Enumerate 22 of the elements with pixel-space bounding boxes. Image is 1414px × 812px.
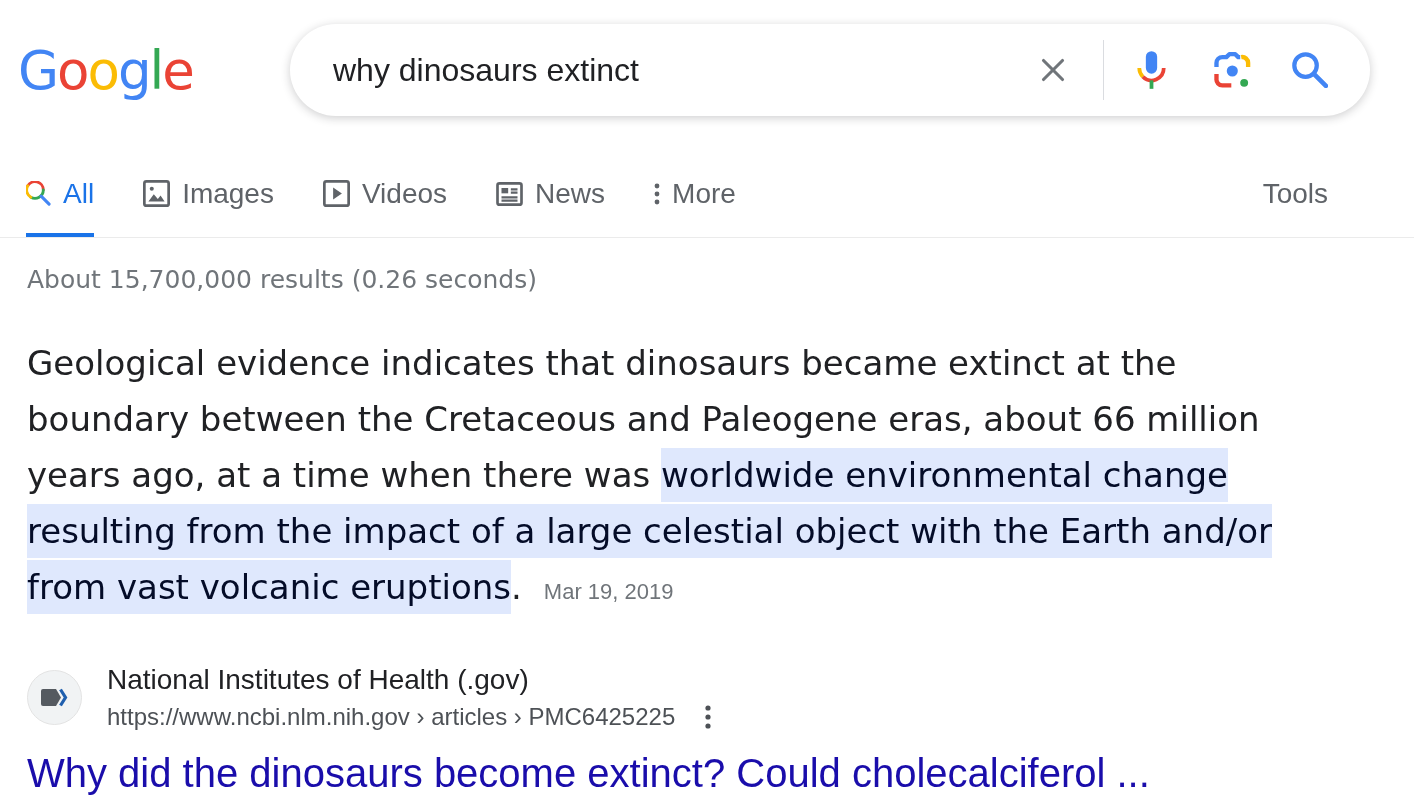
camera-icon xyxy=(1213,52,1251,88)
search-icon xyxy=(26,181,51,206)
microphone-icon xyxy=(1136,50,1166,90)
site-url[interactable]: https://www.ncbi.nlm.nih.gov › articles › PMC6425225 xyxy=(107,702,676,732)
site-favicon-icon xyxy=(27,670,82,725)
tab[interactable]: Videos xyxy=(322,150,448,237)
more-options-icon[interactable] xyxy=(705,705,712,729)
tab[interactable]: More xyxy=(654,150,736,237)
tab[interactable]: All xyxy=(26,150,95,237)
more-icon xyxy=(654,182,661,205)
tab[interactable]: News xyxy=(496,150,606,237)
site-name[interactable]: National Institutes of Health (.gov) xyxy=(107,664,529,696)
play-icon xyxy=(322,180,350,207)
search-icon xyxy=(1292,52,1328,88)
search-field[interactable]: why dinosaurs extinct xyxy=(333,46,1028,94)
result-title-link[interactable]: Why did the dinosaurs become extinct? Could cholecalciferol ... xyxy=(27,749,1150,797)
newspaper-icon xyxy=(496,181,524,206)
date-text: Mar 19, 2019 xyxy=(543,579,674,604)
result-stats: About 15,700,000 results (0.26 seconds) xyxy=(27,265,537,295)
tab[interactable]: Images xyxy=(143,150,274,237)
image-icon xyxy=(143,180,171,207)
tools-button[interactable]: Tools xyxy=(1262,150,1328,237)
